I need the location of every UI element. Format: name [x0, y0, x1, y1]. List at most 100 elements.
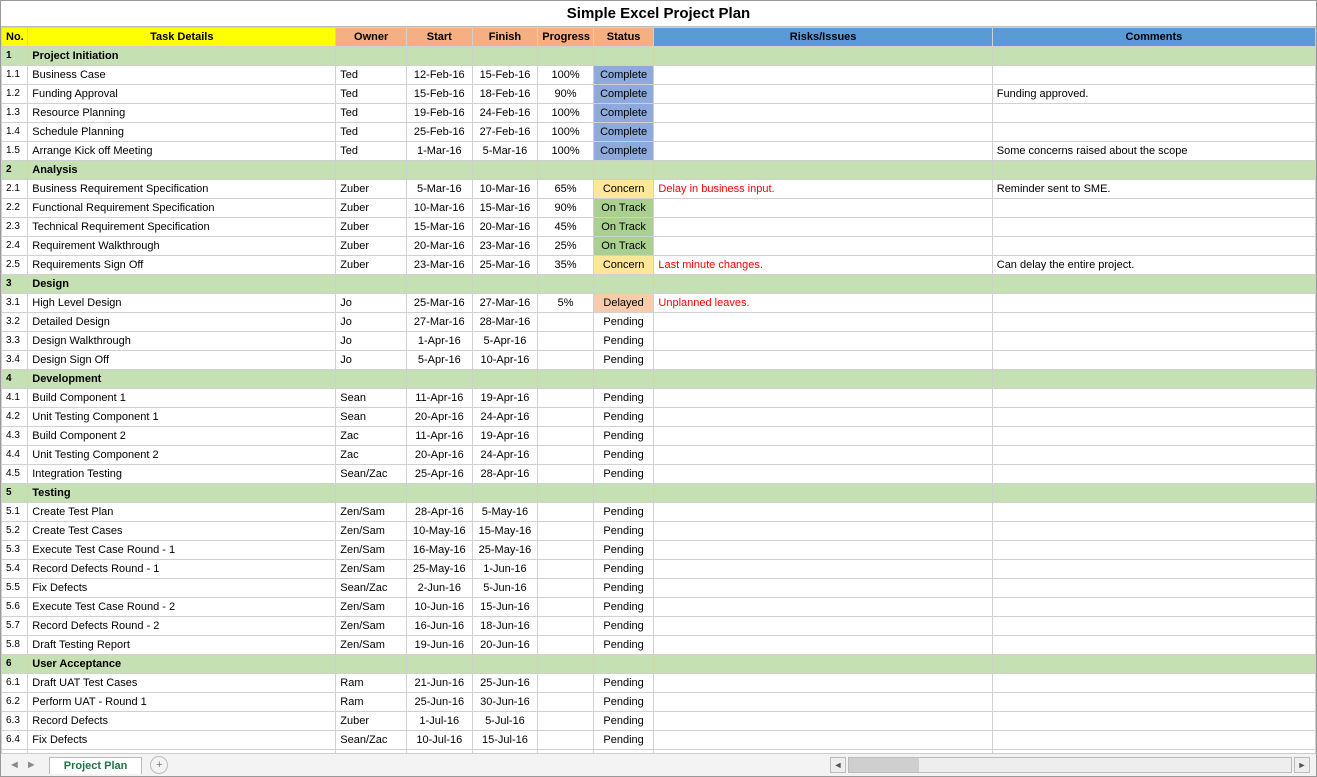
cell-owner[interactable] [336, 275, 407, 294]
cell-finish[interactable]: 18-Jun-16 [472, 617, 538, 636]
cell-progress[interactable] [538, 161, 594, 180]
section-row[interactable]: 1Project Initiation [2, 47, 1316, 66]
cell-finish[interactable]: 28-Apr-16 [472, 465, 538, 484]
cell-status[interactable]: Pending [593, 351, 654, 370]
cell-start[interactable]: 25-Feb-16 [406, 123, 472, 142]
scroll-thumb[interactable] [849, 758, 919, 772]
cell-finish[interactable]: 15-Feb-16 [472, 66, 538, 85]
cell-finish[interactable]: 10-Mar-16 [472, 180, 538, 199]
cell-progress[interactable]: 100% [538, 123, 594, 142]
cell-status[interactable]: Pending [593, 712, 654, 731]
cell-start[interactable] [406, 370, 472, 389]
cell-start[interactable]: 15-Feb-16 [406, 85, 472, 104]
table-row[interactable]: 3.3Design WalkthroughJo1-Apr-165-Apr-16P… [2, 332, 1316, 351]
cell-no[interactable]: 3.1 [2, 294, 28, 313]
cell-progress[interactable] [538, 332, 594, 351]
table-row[interactable]: 4.3Build Component 2Zac11-Apr-1619-Apr-1… [2, 427, 1316, 446]
cell-task[interactable]: Detailed Design [28, 313, 336, 332]
cell-task[interactable]: Record Defects [28, 712, 336, 731]
cell-start[interactable]: 1-Jul-16 [406, 712, 472, 731]
section-row[interactable]: 3Design [2, 275, 1316, 294]
cell-task[interactable]: Business Requirement Specification [28, 180, 336, 199]
section-row[interactable]: 6User Acceptance [2, 655, 1316, 674]
cell-owner[interactable]: Sean [336, 408, 407, 427]
cell-start[interactable]: 16-May-16 [406, 541, 472, 560]
cell-start[interactable]: 25-Jun-16 [406, 693, 472, 712]
sheet-nav-prev-icon[interactable]: ◄ [9, 759, 20, 771]
cell-progress[interactable]: 100% [538, 142, 594, 161]
cell-comment[interactable] [992, 66, 1315, 85]
cell-task[interactable]: Draft UAT Test Cases [28, 674, 336, 693]
cell-finish[interactable]: 10-Apr-16 [472, 351, 538, 370]
cell-task[interactable]: Funding Approval [28, 85, 336, 104]
cell-status[interactable]: Pending [593, 332, 654, 351]
cell-progress[interactable] [538, 465, 594, 484]
cell-start[interactable]: 5-Apr-16 [406, 351, 472, 370]
cell-finish[interactable] [472, 47, 538, 66]
cell-no[interactable]: 4.1 [2, 389, 28, 408]
cell-task[interactable]: Build Component 2 [28, 427, 336, 446]
cell-start[interactable]: 16-Jun-16 [406, 617, 472, 636]
col-start[interactable]: Start [406, 28, 472, 47]
table-row[interactable]: 3.4Design Sign OffJo5-Apr-1610-Apr-16Pen… [2, 351, 1316, 370]
cell-start[interactable]: 11-Apr-16 [406, 427, 472, 446]
cell-progress[interactable] [538, 275, 594, 294]
cell-no[interactable]: 1.5 [2, 142, 28, 161]
cell-no[interactable]: 4 [2, 370, 28, 389]
cell-status[interactable]: Pending [593, 674, 654, 693]
sheet-nav-next-icon[interactable]: ► [26, 759, 37, 771]
col-status[interactable]: Status [593, 28, 654, 47]
table-row[interactable]: 3.1High Level DesignJo25-Mar-1627-Mar-16… [2, 294, 1316, 313]
cell-progress[interactable]: 90% [538, 85, 594, 104]
cell-start[interactable]: 20-Mar-16 [406, 237, 472, 256]
cell-finish[interactable]: 15-Mar-16 [472, 199, 538, 218]
cell-comment[interactable] [992, 332, 1315, 351]
cell-progress[interactable] [538, 408, 594, 427]
cell-comment[interactable] [992, 712, 1315, 731]
col-risks[interactable]: Risks/Issues [654, 28, 992, 47]
cell-progress[interactable] [538, 617, 594, 636]
table-row[interactable]: 5.6Execute Test Case Round - 2Zen/Sam10-… [2, 598, 1316, 617]
cell-comment[interactable] [992, 579, 1315, 598]
cell-status[interactable]: Pending [593, 313, 654, 332]
cell-status[interactable] [593, 47, 654, 66]
cell-finish[interactable]: 27-Feb-16 [472, 123, 538, 142]
cell-no[interactable]: 1.4 [2, 123, 28, 142]
cell-finish[interactable] [472, 370, 538, 389]
cell-finish[interactable]: 5-Jul-16 [472, 712, 538, 731]
cell-progress[interactable] [538, 674, 594, 693]
cell-owner[interactable]: Zuber [336, 218, 407, 237]
table-row[interactable]: 1.2Funding ApprovalTed15-Feb-1618-Feb-16… [2, 85, 1316, 104]
table-row[interactable]: 2.4Requirement WalkthroughZuber20-Mar-16… [2, 237, 1316, 256]
cell-owner[interactable] [336, 161, 407, 180]
cell-task[interactable]: Draft Testing Report [28, 636, 336, 655]
cell-task[interactable]: Create Test Cases [28, 522, 336, 541]
cell-owner[interactable]: Zuber [336, 180, 407, 199]
cell-progress[interactable] [538, 484, 594, 503]
table-row[interactable]: 5.2Create Test CasesZen/Sam10-May-1615-M… [2, 522, 1316, 541]
cell-status[interactable] [593, 370, 654, 389]
cell-status[interactable]: Pending [593, 503, 654, 522]
cell-status[interactable]: Complete [593, 123, 654, 142]
cell-task[interactable]: Build Component 1 [28, 389, 336, 408]
cell-owner[interactable]: Zuber [336, 199, 407, 218]
cell-task[interactable]: Execute Test Case Round - 1 [28, 541, 336, 560]
cell-start[interactable] [406, 655, 472, 674]
cell-no[interactable]: 5.6 [2, 598, 28, 617]
cell-status[interactable]: Pending [593, 693, 654, 712]
cell-status[interactable]: Concern [593, 180, 654, 199]
scroll-left-icon[interactable]: ◄ [830, 757, 846, 773]
cell-progress[interactable] [538, 47, 594, 66]
cell-start[interactable] [406, 161, 472, 180]
cell-no[interactable]: 2.4 [2, 237, 28, 256]
cell-owner[interactable]: Zen/Sam [336, 522, 407, 541]
cell-risk[interactable] [654, 66, 992, 85]
cell-owner[interactable]: Ted [336, 85, 407, 104]
cell-owner[interactable]: Jo [336, 332, 407, 351]
table-row[interactable]: 4.4Unit Testing Component 2Zac20-Apr-162… [2, 446, 1316, 465]
cell-task[interactable]: Technical Requirement Specification [28, 218, 336, 237]
table-row[interactable]: 2.3Technical Requirement SpecificationZu… [2, 218, 1316, 237]
cell-status[interactable]: On Track [593, 218, 654, 237]
cell-comment[interactable] [992, 655, 1315, 674]
cell-start[interactable]: 23-Mar-16 [406, 256, 472, 275]
